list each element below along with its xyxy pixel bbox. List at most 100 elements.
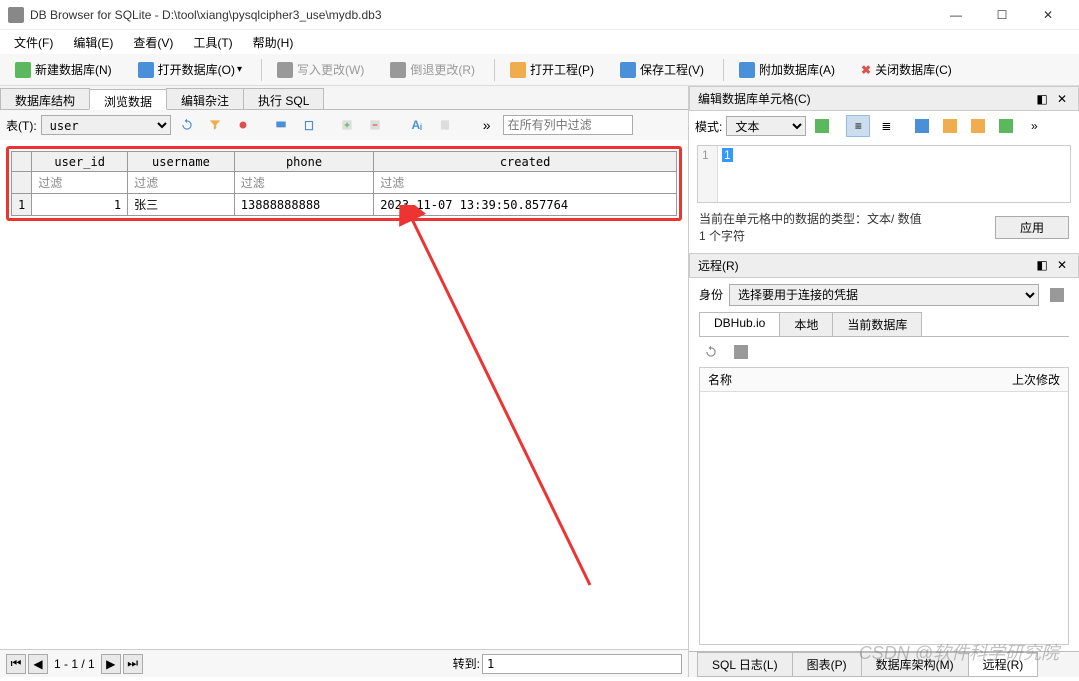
remote-tab-local[interactable]: 本地	[779, 312, 833, 336]
bottom-tab-plot[interactable]: 图表(P)	[792, 652, 862, 677]
filter-all-input[interactable]	[503, 115, 633, 135]
highlight-box: user_id username phone created 过滤 过滤 过滤 …	[6, 146, 682, 221]
app-icon	[8, 7, 24, 23]
data-grid[interactable]: user_id username phone created 过滤 过滤 过滤 …	[11, 151, 677, 216]
bottom-tab-remote[interactable]: 远程(R)	[968, 652, 1039, 677]
cell-value[interactable]: 1	[722, 148, 733, 162]
filter-created[interactable]: 过滤	[374, 172, 677, 194]
cell-phone[interactable]: 13888888888	[234, 194, 373, 216]
font-icon[interactable]: Aᵢ	[405, 114, 429, 136]
col-rownum[interactable]	[12, 152, 32, 172]
mode-label: 模式:	[695, 118, 722, 135]
clear-icon[interactable]	[994, 115, 1018, 137]
filter-user-id[interactable]: 过滤	[32, 172, 128, 194]
more-icon[interactable]: »	[1022, 115, 1046, 137]
tab-browse[interactable]: 浏览数据	[89, 89, 167, 110]
bottom-tab-sql-log[interactable]: SQL 日志(L)	[697, 652, 793, 677]
save-project-button[interactable]: 保存工程(V)	[609, 58, 715, 81]
filter-phone[interactable]: 过滤	[234, 172, 373, 194]
cell-created[interactable]: 2023-11-07 13:39:50.857764	[374, 194, 677, 216]
col-user-id[interactable]: user_id	[32, 152, 128, 172]
apply-button[interactable]: 应用	[995, 216, 1069, 239]
refresh-icon[interactable]	[175, 114, 199, 136]
identity-label: 身份	[699, 286, 723, 303]
table-label: 表(T):	[6, 117, 37, 134]
open-db-button[interactable]: 打开数据库(O)	[127, 58, 253, 81]
write-changes-button[interactable]: 写入更改(W)	[266, 58, 375, 81]
goto-arrow[interactable]: »	[475, 114, 499, 136]
cell-username[interactable]: 张三	[128, 194, 235, 216]
nav-next[interactable]: ▶	[101, 654, 121, 674]
remote-col-name[interactable]: 名称	[700, 368, 978, 391]
menu-edit[interactable]: 编辑(E)	[63, 32, 123, 53]
nav-prev[interactable]: ◀	[28, 654, 48, 674]
remote-refresh-icon[interactable]	[699, 341, 723, 363]
tab-sql[interactable]: 执行 SQL	[243, 88, 324, 109]
maximize-button[interactable]: ☐	[979, 0, 1025, 30]
cell-user-id[interactable]: 1	[32, 194, 128, 216]
range-label: 1 - 1 / 1	[54, 657, 95, 671]
cell-type-info: 当前在单元格中的数据的类型：文本/ 数值	[699, 211, 995, 228]
col-phone[interactable]: phone	[234, 152, 373, 172]
close-button[interactable]: ✕	[1025, 0, 1071, 30]
tab-pragmas[interactable]: 编辑杂注	[166, 88, 244, 109]
nav-first[interactable]: ⏮	[6, 654, 26, 674]
goto-label: 转到:	[453, 655, 480, 672]
remote-col-modified[interactable]: 上次修改	[978, 368, 1068, 391]
save-proj-icon	[620, 62, 636, 78]
menu-bar: 文件(F) 编辑(E) 查看(V) 工具(T) 帮助(H)	[0, 30, 1079, 54]
main-tabs: 数据库结构 浏览数据 编辑杂注 执行 SQL	[0, 86, 688, 110]
line-number: 1	[698, 146, 718, 202]
identity-settings-icon[interactable]	[1045, 284, 1069, 306]
remote-close-icon[interactable]: ✕	[1054, 257, 1070, 273]
null-icon[interactable]	[966, 115, 990, 137]
new-db-icon	[15, 62, 31, 78]
open-project-button[interactable]: 打开工程(P)	[499, 58, 605, 81]
dock-icon[interactable]: ◧	[1034, 91, 1050, 107]
export-icon[interactable]	[433, 114, 457, 136]
insert-row-icon[interactable]	[335, 114, 359, 136]
minimize-button[interactable]: —	[933, 0, 979, 30]
identity-select[interactable]: 选择要用于连接的凭据	[729, 284, 1039, 306]
import-file-icon[interactable]	[938, 115, 962, 137]
write-icon	[277, 62, 293, 78]
cell-rownum[interactable]: 1	[12, 194, 32, 216]
attach-db-button[interactable]: 附加数据库(A)	[728, 58, 846, 81]
remote-clone-icon[interactable]	[729, 341, 753, 363]
remote-dock-icon[interactable]: ◧	[1034, 257, 1050, 273]
close-db-icon: ✖	[861, 63, 871, 77]
copy-icon[interactable]	[297, 114, 321, 136]
menu-view[interactable]: 查看(V)	[123, 32, 183, 53]
nav-last[interactable]: ⏭	[123, 654, 143, 674]
table-select[interactable]: user	[41, 115, 171, 135]
export-file-icon[interactable]	[910, 115, 934, 137]
tab-structure[interactable]: 数据库结构	[0, 88, 90, 109]
menu-file[interactable]: 文件(F)	[4, 32, 63, 53]
cell-editor[interactable]: 1 1	[697, 145, 1071, 203]
revert-changes-button[interactable]: 倒退更改(R)	[379, 58, 486, 81]
new-db-button[interactable]: 新建数据库(N)	[4, 58, 123, 81]
close-db-button[interactable]: ✖关闭数据库(C)	[850, 58, 963, 81]
col-created[interactable]: created	[374, 152, 677, 172]
print-icon[interactable]	[269, 114, 293, 136]
save-filter-icon[interactable]	[231, 114, 255, 136]
text-right-icon[interactable]: ≣	[874, 115, 898, 137]
text-left-icon[interactable]: ≡	[846, 115, 870, 137]
goto-input[interactable]	[482, 654, 682, 674]
mode-select[interactable]: 文本	[726, 116, 806, 136]
clear-filter-icon[interactable]	[203, 114, 227, 136]
remote-tab-dbhub[interactable]: DBHub.io	[699, 312, 780, 336]
import-icon[interactable]	[810, 115, 834, 137]
bottom-tab-schema[interactable]: 数据库架构(M)	[861, 652, 969, 677]
remote-tab-current[interactable]: 当前数据库	[832, 312, 922, 336]
table-row[interactable]: 1 1 张三 13888888888 2023-11-07 13:39:50.8…	[12, 194, 677, 216]
filter-username[interactable]: 过滤	[128, 172, 235, 194]
main-toolbar: 新建数据库(N) 打开数据库(O) 写入更改(W) 倒退更改(R) 打开工程(P…	[0, 54, 1079, 86]
remote-list[interactable]: 名称 上次修改	[699, 367, 1069, 645]
col-username[interactable]: username	[128, 152, 235, 172]
open-proj-icon	[510, 62, 526, 78]
menu-tools[interactable]: 工具(T)	[183, 32, 242, 53]
close-panel-icon[interactable]: ✕	[1054, 91, 1070, 107]
menu-help[interactable]: 帮助(H)	[243, 32, 304, 53]
delete-row-icon[interactable]	[363, 114, 387, 136]
